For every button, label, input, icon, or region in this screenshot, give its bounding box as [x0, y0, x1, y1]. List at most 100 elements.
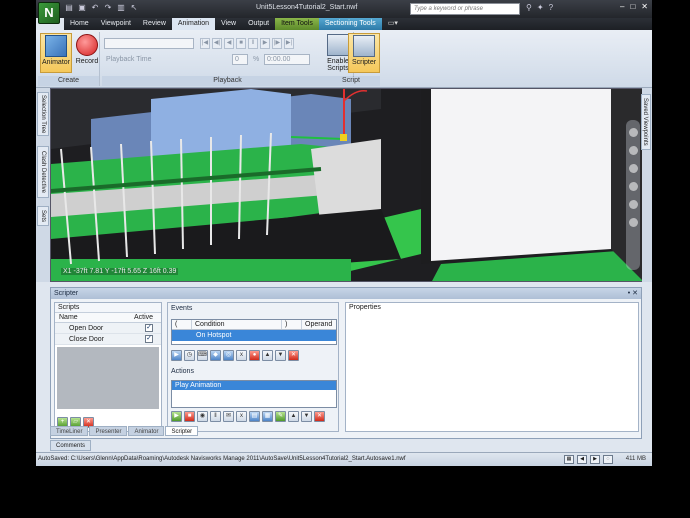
- window-controls: – □ ✕: [620, 2, 648, 11]
- scene-render: [51, 89, 643, 281]
- record-button[interactable]: Record: [71, 33, 103, 73]
- zoom-icon[interactable]: [628, 164, 638, 173]
- move-up-icon[interactable]: ▲: [288, 411, 299, 422]
- delete-action-icon[interactable]: ✕: [314, 411, 325, 422]
- col-close-paren: ): [282, 320, 302, 329]
- close-icon[interactable]: ✕: [641, 2, 648, 11]
- on-variable-icon[interactable]: x: [236, 350, 247, 361]
- scripter-button[interactable]: Scripter: [348, 33, 380, 73]
- tab-review[interactable]: Review: [137, 18, 172, 30]
- redo-icon[interactable]: ↷: [103, 3, 113, 13]
- bottom-dock-tabs: TimeLiner Presenter Animator Scripter: [50, 426, 199, 436]
- on-start-icon[interactable]: ▶: [171, 350, 182, 361]
- scripts-grid-header: Name Active: [55, 313, 161, 323]
- scripter-label: Scripter: [351, 59, 377, 66]
- tab-saved-viewpoints[interactable]: Saved Viewpoints: [641, 94, 651, 150]
- tab-timeliner[interactable]: TimeLiner: [50, 426, 89, 436]
- prev-sheet-icon[interactable]: ◀: [577, 455, 587, 464]
- tab-sets[interactable]: Sets: [37, 206, 49, 226]
- tab-sectioning-tools[interactable]: Sectioning Tools: [318, 18, 382, 30]
- load-model-icon[interactable]: ▦: [262, 411, 273, 422]
- select-icon[interactable]: ↖: [129, 3, 139, 13]
- playback-percent-input[interactable]: 0: [232, 54, 248, 65]
- col-condition: Condition: [192, 320, 282, 329]
- on-collision-icon[interactable]: ◆: [210, 350, 221, 361]
- pause-icon[interactable]: ‖: [248, 38, 258, 49]
- on-key-press-icon[interactable]: ⌨: [197, 350, 208, 361]
- active-checkbox[interactable]: ✓: [145, 324, 153, 332]
- tab-selection-tree[interactable]: Selection Tree: [37, 92, 49, 136]
- move-down-icon[interactable]: ▼: [301, 411, 312, 422]
- steering-wheel-icon[interactable]: [628, 128, 638, 137]
- title-icons: ⚲ ✦ ?: [526, 3, 553, 12]
- play-animation-icon[interactable]: ▶: [171, 411, 182, 422]
- playback-time-input[interactable]: 0:00.00: [264, 54, 310, 65]
- move-up-icon[interactable]: ▲: [262, 350, 273, 361]
- set-variable-icon[interactable]: x: [236, 411, 247, 422]
- tab-home[interactable]: Home: [64, 18, 95, 30]
- tab-scripter[interactable]: Scripter: [165, 426, 199, 436]
- tab-viewpoint[interactable]: Viewpoint: [95, 18, 137, 30]
- active-checkbox[interactable]: ✓: [145, 335, 153, 343]
- walk-icon[interactable]: [628, 218, 638, 227]
- search-input[interactable]: Type a keyword or phrase: [410, 3, 520, 15]
- action-row-play-animation[interactable]: Play Animation: [172, 381, 336, 390]
- on-hotspot-icon[interactable]: ◎: [223, 350, 234, 361]
- look-icon[interactable]: [628, 200, 638, 209]
- binoculars-icon[interactable]: ⚲: [526, 3, 532, 12]
- record-label: Record: [75, 58, 99, 65]
- move-down-icon[interactable]: ▼: [275, 350, 286, 361]
- event-row-on-hotspot[interactable]: On Hotspot: [172, 330, 336, 341]
- right-dock-tabs: Saved Viewpoints: [641, 88, 652, 282]
- delete-event-icon[interactable]: ✕: [288, 350, 299, 361]
- properties-box: Properties: [345, 302, 639, 432]
- save-icon[interactable]: ▣: [77, 3, 87, 13]
- stop-icon[interactable]: ■: [236, 38, 246, 49]
- help-icon[interactable]: ?: [549, 3, 553, 12]
- tab-comments[interactable]: Comments: [50, 440, 92, 451]
- step-back-icon[interactable]: ◀|: [212, 38, 222, 49]
- maximize-icon[interactable]: □: [630, 2, 635, 11]
- script-row-close-door[interactable]: Close Door ✓: [55, 334, 161, 345]
- sheet-browser-icon[interactable]: ▦: [564, 455, 574, 464]
- play-reverse-icon[interactable]: ◀: [224, 38, 234, 49]
- 3d-viewport[interactable]: X1 -37ft 7.81 Y -17ft 5.65 Z 16ft 0.39: [50, 88, 644, 282]
- next-sheet-icon[interactable]: ▶: [590, 455, 600, 464]
- ribbon-options-icon[interactable]: ▭▾: [382, 18, 404, 30]
- script-name: Open Door: [69, 325, 104, 332]
- stop-animation-icon[interactable]: ■: [184, 411, 195, 422]
- edit-action-icon[interactable]: ✎: [275, 411, 286, 422]
- tab-view[interactable]: View: [215, 18, 242, 30]
- store-property-icon[interactable]: ▤: [249, 411, 260, 422]
- status-text: AutoSaved: C:\Users\Glenn\AppData\Roamin…: [38, 456, 406, 462]
- undo-icon[interactable]: ↶: [90, 3, 100, 13]
- step-forward-icon[interactable]: |▶: [272, 38, 282, 49]
- animator-button[interactable]: Animator: [40, 33, 72, 73]
- forward-end-icon[interactable]: ▶|: [284, 38, 294, 49]
- star-icon[interactable]: ✦: [537, 3, 544, 12]
- animation-select[interactable]: [104, 38, 194, 49]
- on-animation-icon[interactable]: ●: [249, 350, 260, 361]
- print-icon[interactable]: ▥: [116, 3, 126, 13]
- events-actions-box: Events ( Condition ) Operand On Hotspot …: [167, 302, 339, 432]
- tab-item-tools[interactable]: Item Tools: [275, 18, 319, 30]
- panel-controls[interactable]: • ✕: [628, 288, 638, 299]
- show-viewpoint-icon[interactable]: ◉: [197, 411, 208, 422]
- tab-presenter[interactable]: Presenter: [89, 426, 128, 436]
- pause-icon[interactable]: ‖: [210, 411, 221, 422]
- pan-icon[interactable]: [628, 146, 638, 155]
- script-row-open-door[interactable]: Open Door ✓: [55, 323, 161, 334]
- on-timer-icon[interactable]: ◷: [184, 350, 195, 361]
- play-icon[interactable]: ▶: [260, 38, 270, 49]
- tab-clash-detective[interactable]: Clash Detective: [37, 146, 49, 198]
- send-message-icon[interactable]: ✉: [223, 411, 234, 422]
- app-menu-button[interactable]: N: [38, 2, 60, 24]
- rewind-icon[interactable]: |◀: [200, 38, 210, 49]
- events-toolbar: ▶ ◷ ⌨ ◆ ◎ x ● ▲ ▼ ✕: [171, 350, 299, 361]
- tab-animator[interactable]: Animator: [128, 426, 165, 436]
- minimize-icon[interactable]: –: [620, 2, 624, 11]
- tab-animation[interactable]: Animation: [171, 18, 216, 30]
- tab-output[interactable]: Output: [242, 18, 275, 30]
- open-icon[interactable]: ▤: [64, 3, 74, 13]
- orbit-icon[interactable]: [628, 182, 638, 191]
